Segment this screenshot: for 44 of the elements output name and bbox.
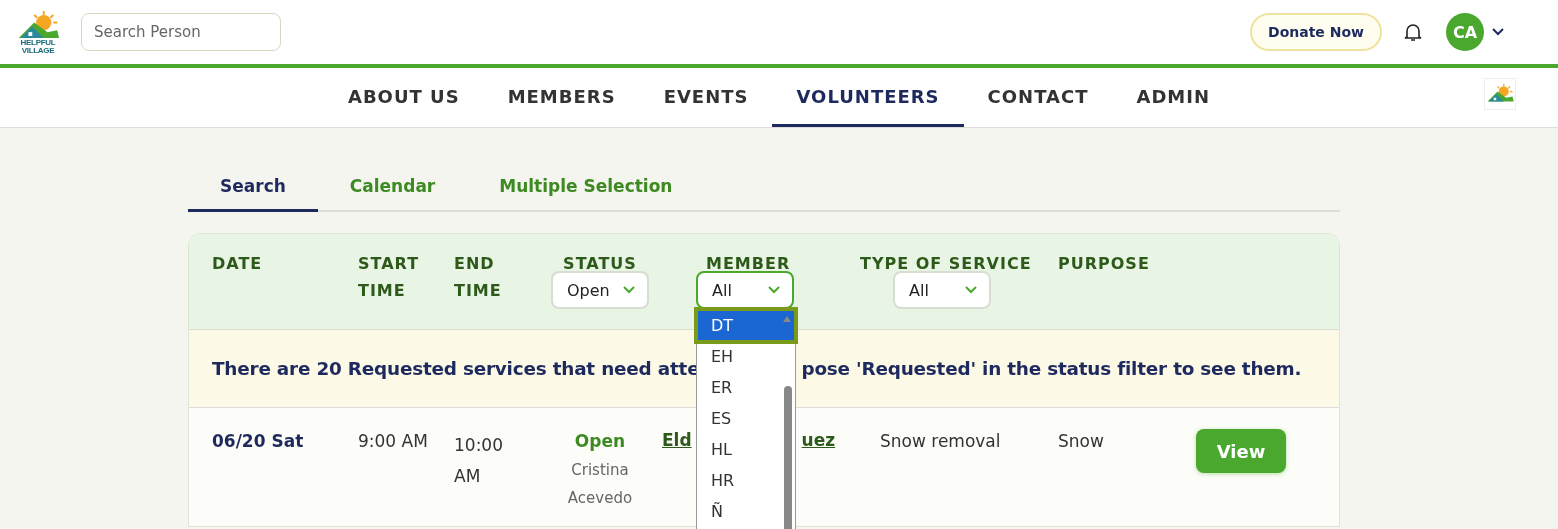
filter-select[interactable]: All	[893, 271, 991, 309]
column-header: PURPOSE	[1058, 253, 1151, 275]
member-link[interactable]: Eld	[662, 430, 692, 450]
logo-text: HELPFUL	[20, 39, 56, 47]
tab[interactable]: Multiple Selection	[467, 162, 705, 212]
nav-link[interactable]: EVENTS	[639, 68, 773, 127]
column-header: END TIME	[454, 253, 503, 302]
dropdown-option[interactable]: ER	[697, 372, 781, 403]
status-text: Open	[574, 430, 626, 453]
chevron-down-icon	[965, 286, 977, 294]
volunteer-name: Cristina Acevedo	[566, 460, 634, 509]
banner-text: pose 'Requested' in the status filter to see them.	[801, 358, 1302, 379]
type-cell-text: Snow removal	[879, 430, 1002, 453]
nav-link[interactable]: CONTACT	[963, 68, 1113, 127]
scrollbar-thumb[interactable]	[784, 386, 792, 529]
dropdown-option[interactable]: ES	[697, 403, 781, 434]
chevron-down-icon	[623, 286, 635, 294]
nav-link[interactable]: MEMBERS	[483, 68, 640, 127]
dropdown-option[interactable]: DT	[697, 310, 795, 341]
chevron-down-icon[interactable]	[1492, 28, 1504, 36]
donate-button[interactable]: Donate Now	[1250, 13, 1382, 51]
time-cell-text: 10:00 AM	[454, 434, 504, 488]
filter-select[interactable]: Open	[551, 271, 649, 309]
column-header: DATE	[212, 253, 264, 275]
filter-select[interactable]: All	[696, 271, 794, 309]
nav-link[interactable]: VOLUNTEERS	[772, 68, 964, 127]
dropdown-option[interactable]: HL	[697, 434, 781, 465]
date-cell-text: 06/20 Sat	[212, 430, 305, 453]
logo-text: VILLAGE	[21, 47, 55, 55]
tab[interactable]: Search	[188, 162, 318, 212]
search-field[interactable]: Search Person	[81, 13, 281, 51]
chevron-down-icon	[768, 286, 780, 294]
nav-link[interactable]: ABOUT US	[323, 68, 484, 127]
logo-icon	[1484, 78, 1516, 110]
time-cell-text: 9:00 AM	[358, 430, 429, 453]
dropdown-option[interactable]: EH	[697, 341, 781, 372]
nav-link[interactable]: ADMIN	[1112, 68, 1235, 127]
dropdown-option[interactable]: HR	[697, 465, 781, 496]
purpose-cell-text: Snow	[1057, 430, 1105, 453]
member-link[interactable]: uez	[801, 430, 836, 450]
tab[interactable]: Calendar	[317, 162, 468, 212]
dropdown-option[interactable]: Ñ	[697, 496, 781, 527]
column-header: START TIME	[358, 253, 421, 302]
bell-icon[interactable]	[1404, 22, 1422, 42]
